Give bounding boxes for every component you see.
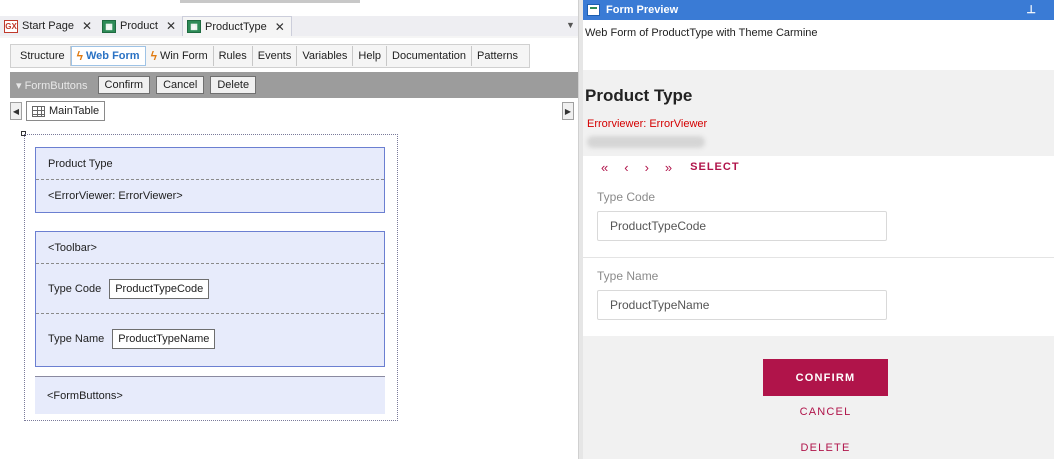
tab-win-form[interactable]: ϟ Win Form bbox=[146, 46, 214, 66]
editor-pane: GX Start Page ✕ ▦ Product ✕ ▦ ProductTyp… bbox=[0, 0, 578, 459]
fields-table[interactable]: <Toolbar> Type Code ProductTypeCode Type… bbox=[35, 231, 385, 367]
breadcrumb[interactable]: MainTable bbox=[26, 101, 106, 121]
lightning-icon: ϟ bbox=[76, 49, 83, 63]
breadcrumb-row: ◀ MainTable ▶ bbox=[10, 101, 578, 123]
tab-rules[interactable]: Rules bbox=[214, 46, 253, 66]
field-row-type-code: Type Code ProductTypeCode bbox=[36, 264, 384, 314]
cancel-button[interactable]: CANCEL bbox=[763, 406, 888, 418]
delete-button[interactable]: Delete bbox=[210, 76, 257, 94]
tab-label: Win Form bbox=[159, 50, 208, 62]
tab-patterns[interactable]: Patterns bbox=[472, 46, 523, 66]
tab-help[interactable]: Help bbox=[353, 46, 388, 66]
first-record-icon[interactable]: « bbox=[601, 160, 608, 175]
error-viewer-control[interactable]: <ErrorViewer: ErrorViewer> bbox=[36, 180, 384, 212]
tab-start-page[interactable]: GX Start Page ✕ bbox=[0, 16, 99, 36]
tab-web-form[interactable]: ϟ Web Form bbox=[70, 46, 146, 66]
gx-icon: GX bbox=[4, 19, 18, 33]
divider bbox=[583, 257, 1054, 258]
preview-body: Product Type Errorviewer: ErrorViewer « … bbox=[583, 70, 1054, 459]
type-name-field[interactable]: ProductTypeName bbox=[112, 329, 216, 349]
preview-window-title: Form Preview bbox=[606, 4, 679, 16]
field-label: Type Name bbox=[48, 333, 105, 345]
toolbar-label: <Toolbar> bbox=[48, 241, 97, 254]
form-buttons-control[interactable]: <FormButtons> bbox=[35, 376, 385, 414]
scroll-right-icon[interactable]: ▶ bbox=[562, 102, 574, 120]
blurred-text bbox=[587, 136, 705, 148]
tab-label: Help bbox=[358, 50, 382, 62]
tab-label: Variables bbox=[302, 50, 348, 62]
next-record-icon[interactable]: › bbox=[645, 160, 649, 175]
tab-label: ProductType bbox=[205, 20, 267, 33]
type-name-input[interactable]: ProductTypeName bbox=[597, 290, 887, 320]
lightning-icon: ϟ bbox=[150, 49, 157, 63]
tab-events[interactable]: Events bbox=[253, 46, 298, 66]
record-navigation: « ‹ › » SELECT bbox=[601, 158, 740, 176]
pin-icon[interactable]: ⊥ bbox=[1026, 3, 1036, 16]
type-code-input[interactable]: ProductTypeCode bbox=[597, 211, 887, 241]
tab-label: Product bbox=[120, 20, 158, 32]
select-button[interactable]: SELECT bbox=[690, 161, 739, 173]
tab-label: Documentation bbox=[392, 50, 467, 62]
form-preview-pane: Form Preview ⊥ Web Form of ProductType w… bbox=[583, 0, 1054, 459]
toolbar-control[interactable]: <Toolbar> bbox=[36, 232, 384, 264]
preview-title-bar: Form Preview ⊥ bbox=[583, 0, 1054, 20]
tab-list-dropdown-icon[interactable]: ▼ bbox=[566, 20, 575, 30]
delete-button[interactable]: DELETE bbox=[763, 442, 888, 454]
type-code-field[interactable]: ProductTypeCode bbox=[109, 278, 210, 299]
form-buttons-label: ▾ FormButtons bbox=[16, 79, 88, 92]
grid-icon: ▦ bbox=[187, 20, 202, 33]
form-buttons-label: <FormButtons> bbox=[47, 389, 123, 402]
tab-label: Start Page bbox=[22, 20, 74, 32]
tab-label: Patterns bbox=[477, 50, 519, 62]
form-buttons-bar: ▾ FormButtons Confirm Cancel Delete bbox=[10, 72, 578, 98]
field-label: Type Code bbox=[48, 282, 102, 295]
close-icon[interactable]: ✕ bbox=[82, 19, 92, 33]
scroll-left-icon[interactable]: ◀ bbox=[10, 102, 22, 120]
preview-form: « ‹ › » SELECT Type Code ProductTypeCode… bbox=[583, 156, 1054, 336]
title-text[interactable]: Product Type bbox=[36, 148, 384, 180]
main-table-canvas[interactable]: Product Type <ErrorViewer: ErrorViewer> … bbox=[24, 134, 398, 421]
confirm-button[interactable]: Confirm bbox=[97, 76, 151, 94]
tab-label: Web Form bbox=[86, 50, 140, 62]
close-icon[interactable]: ✕ bbox=[166, 19, 176, 33]
cancel-button[interactable]: Cancel bbox=[156, 76, 205, 94]
tab-structure[interactable]: Structure bbox=[15, 46, 71, 66]
tab-variables[interactable]: Variables bbox=[297, 46, 354, 66]
tab-label: Events bbox=[257, 50, 292, 62]
title-table[interactable]: Product Type <ErrorViewer: ErrorViewer> bbox=[35, 147, 385, 213]
top-strip bbox=[0, 0, 578, 14]
type-code-label: Type Code bbox=[597, 190, 656, 204]
grid-icon: ▦ bbox=[102, 19, 117, 33]
error-viewer-label: <ErrorViewer: ErrorViewer> bbox=[48, 190, 183, 202]
field-row-type-name: Type Name ProductTypeName bbox=[36, 314, 384, 364]
editor-subtabs: Structure ϟ Web Form ϟ Win Form Rules Even… bbox=[10, 44, 530, 68]
preview-subtitle: Web Form of ProductType with Theme Carmi… bbox=[583, 20, 1054, 70]
tab-label: Rules bbox=[218, 50, 247, 62]
page-title: Product Type bbox=[585, 86, 693, 105]
document-tabs: GX Start Page ✕ ▦ Product ✕ ▦ ProductTyp… bbox=[0, 16, 578, 38]
error-viewer: Errorviewer: ErrorViewer bbox=[587, 118, 708, 130]
breadcrumb-label: MainTable bbox=[49, 105, 100, 117]
confirm-button[interactable]: CONFIRM bbox=[763, 359, 888, 396]
form-icon bbox=[587, 4, 600, 16]
tab-documentation[interactable]: Documentation bbox=[387, 46, 473, 66]
close-icon[interactable]: ✕ bbox=[275, 20, 285, 34]
tab-label: Structure bbox=[20, 50, 65, 62]
previous-record-icon[interactable]: ‹ bbox=[624, 160, 628, 175]
tab-producttype[interactable]: ▦ ProductType ✕ bbox=[182, 16, 292, 36]
title-label: Product Type bbox=[48, 157, 113, 170]
type-name-label: Type Name bbox=[597, 269, 659, 283]
table-icon bbox=[32, 105, 45, 117]
last-record-icon[interactable]: » bbox=[665, 160, 672, 175]
tab-product[interactable]: ▦ Product ✕ bbox=[98, 16, 183, 36]
